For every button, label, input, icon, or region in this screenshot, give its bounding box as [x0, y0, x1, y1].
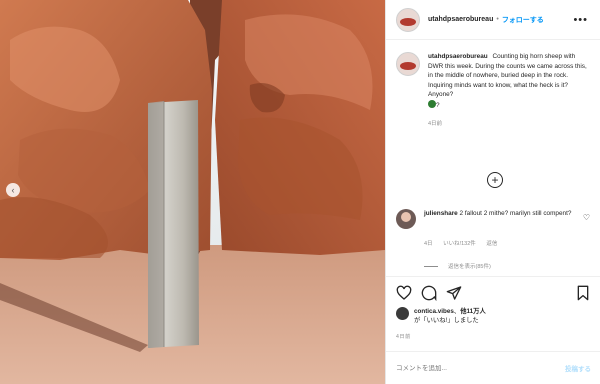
liker-avatar[interactable] — [396, 307, 409, 320]
comment-item: julienshare 2 fallout 2 mithe? marilyn s… — [396, 209, 596, 229]
monolith-photo-illustration — [0, 0, 385, 384]
save-bookmark-icon[interactable] — [575, 285, 591, 301]
follow-button[interactable]: フォローする — [502, 15, 544, 25]
caption-author-avatar[interactable] — [396, 52, 420, 76]
share-paper-plane-icon[interactable] — [446, 285, 462, 301]
commenter-avatar[interactable] — [396, 209, 416, 229]
likes-summary: contica.vibes、他11万人 が「いいね!」しました — [396, 307, 486, 325]
author-avatar[interactable] — [396, 7, 420, 32]
more-horizontal-icon[interactable]: ••• — [573, 14, 588, 26]
likes-others[interactable]: 他11万人 — [460, 308, 486, 315]
like-heart-icon[interactable] — [396, 285, 412, 301]
author-username[interactable]: utahdpsaerobureau — [428, 16, 493, 23]
post-caption: utahdpsaerobureau Counting big horn shee… — [386, 40, 600, 110]
comment-body: 2 fallout 2 mithe? marilyn still compent… — [459, 210, 572, 217]
caption-text-block: utahdpsaerobureau Counting big horn shee… — [428, 52, 590, 110]
post-header: utahdpsaerobureau • フォローする ••• — [386, 0, 600, 40]
caption-time-ago: 4日前 — [428, 121, 443, 127]
add-comment-bar: 投稿する — [386, 351, 600, 384]
carousel-prev-button[interactable]: ‹ — [6, 183, 20, 197]
post-comment-button[interactable]: 投稿する — [565, 363, 591, 373]
comment-like-heart-icon[interactable]: ♡ — [583, 213, 590, 222]
comment-meta: 4日 いいね!132件 返信 — [424, 239, 506, 247]
likes-suffix: が「いいね!」しました — [414, 317, 479, 324]
caption-emoji-suffix: ? — [436, 101, 440, 109]
comment-bubble-icon[interactable] — [421, 285, 437, 301]
comment-username[interactable]: julienshare — [424, 210, 458, 217]
comment-time: 4日 — [424, 241, 433, 247]
liker-username[interactable]: contica.vibes — [414, 308, 454, 315]
comment-input[interactable] — [396, 364, 546, 372]
post-actions-bar — [386, 276, 600, 308]
likes-text: contica.vibes、他11万人 が「いいね!」しました — [414, 308, 486, 324]
view-replies-label[interactable]: 返信を表示(85件) — [448, 262, 491, 270]
view-replies-button[interactable]: 返信を表示(85件) — [424, 262, 491, 270]
caption-username[interactable]: utahdpsaerobureau — [428, 53, 488, 60]
replies-line — [424, 265, 438, 267]
comment-text-block: julienshare 2 fallout 2 mithe? marilyn s… — [424, 209, 574, 229]
globe-icon — [428, 99, 436, 108]
post-date: 4日前 — [396, 334, 411, 340]
post-side-panel: utahdpsaerobureau • フォローする ••• utahdpsae… — [385, 0, 600, 384]
header-separator: • — [496, 16, 499, 23]
post-photo[interactable]: ‹ — [0, 0, 385, 384]
comment-reply-button[interactable]: 返信 — [486, 241, 497, 247]
load-more-comments-icon[interactable]: + — [487, 172, 503, 188]
comment-likes-count[interactable]: いいね!132件 — [443, 241, 476, 247]
instagram-post-modal: ‹ utahdpsaerobureau • フォローする ••• utahdps… — [0, 0, 600, 384]
